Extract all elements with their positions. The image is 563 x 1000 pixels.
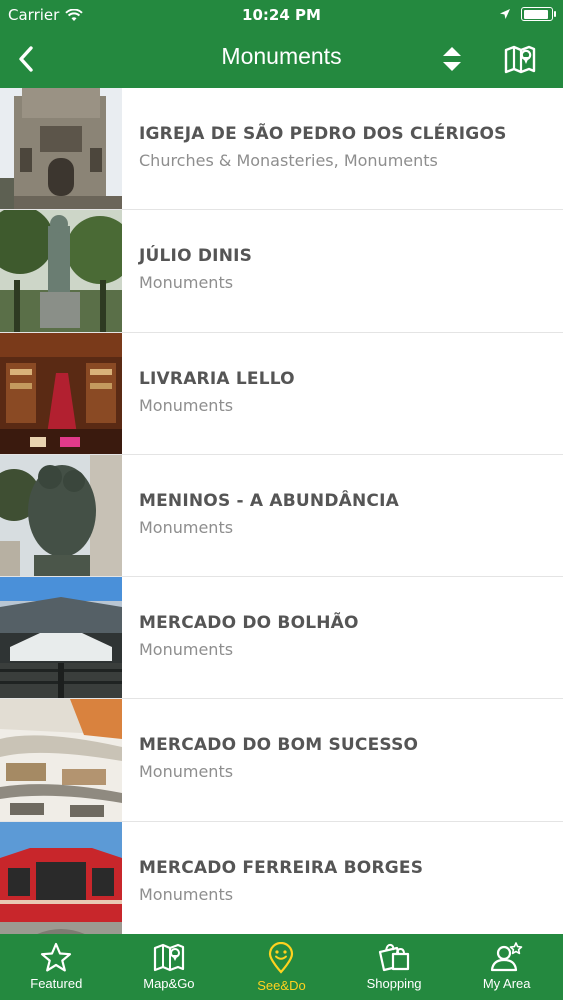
market-photo	[0, 577, 122, 699]
item-category: Monuments	[139, 273, 234, 293]
battery-icon	[521, 7, 556, 21]
status-right	[499, 7, 556, 21]
tab-my-area[interactable]: My Area	[450, 934, 563, 1000]
sort-button[interactable]	[432, 40, 472, 78]
list-item[interactable]: MERCADO DO BOM SUCESSO Monuments	[0, 699, 563, 822]
item-category: Monuments	[139, 640, 234, 660]
item-thumbnail	[0, 88, 122, 210]
sculpture-photo	[0, 454, 122, 577]
list-item[interactable]: IGREJA DE SÃO PEDRO DOS CLÉRIGOS Churche…	[0, 88, 563, 211]
tab-shopping[interactable]: Shopping	[338, 934, 451, 1000]
map-icon	[153, 943, 184, 972]
list-item[interactable]: MERCADO FERREIRA BORGES Monuments	[0, 821, 563, 934]
item-title: MERCADO DO BOM SUCESSO	[139, 735, 419, 756]
smiley-pin-icon	[269, 942, 294, 974]
status-time: 10:24 PM	[242, 6, 321, 24]
item-category: Monuments	[139, 762, 234, 782]
tab-label: Map&Go	[143, 976, 195, 991]
item-category: Monuments	[139, 517, 234, 537]
user-star-icon	[490, 942, 522, 972]
statue-photo	[0, 210, 122, 332]
list-item[interactable]: LIVRARIA LELLO Monuments	[0, 332, 563, 455]
item-thumbnail	[0, 332, 122, 454]
sort-icon	[443, 47, 461, 71]
tab-map-and-go[interactable]: Map&Go	[113, 934, 226, 1000]
tab-bar: Featured Map&Go See&Do Shopping My Area	[0, 934, 563, 1000]
list-item[interactable]: JÚLIO DINIS Monuments	[0, 210, 563, 333]
item-thumbnail	[0, 454, 122, 577]
tab-label: Featured	[30, 976, 83, 991]
tab-label: My Area	[482, 976, 531, 991]
item-thumbnail	[0, 210, 122, 332]
list-item[interactable]: MENINOS - A ABUNDÂNCIA Monuments	[0, 454, 563, 578]
tab-label: Shopping	[366, 976, 422, 991]
tab-label: See&Do	[257, 978, 306, 993]
item-thumbnail	[0, 577, 122, 699]
market-interior-photo	[0, 699, 122, 821]
list-item[interactable]: MERCADO DO BOLHÃO Monuments	[0, 577, 563, 700]
church-photo	[0, 88, 122, 210]
item-title: LIVRARIA LELLO	[139, 368, 295, 389]
ferreira-borges-photo	[0, 821, 122, 934]
item-category: Churches & Monasteries, Monuments	[139, 151, 438, 170]
item-thumbnail	[0, 699, 122, 821]
page-title: Monuments	[221, 43, 342, 69]
location-arrow-icon	[500, 9, 510, 19]
item-title: MERCADO DO BOLHÃO	[139, 613, 359, 634]
battery-level	[523, 9, 549, 19]
item-thumbnail	[0, 821, 122, 934]
navigation-bar: Monuments	[0, 30, 563, 88]
star-icon	[41, 942, 72, 972]
bookstore-photo	[0, 332, 122, 454]
item-title: MENINOS - A ABUNDÂNCIA	[139, 490, 399, 511]
map-view-button[interactable]	[500, 40, 540, 78]
shopping-bags-icon	[378, 943, 410, 972]
item-title: MERCADO FERREIRA BORGES	[139, 857, 424, 878]
monument-list: IGREJA DE SÃO PEDRO DOS CLÉRIGOS Churche…	[0, 88, 563, 934]
item-category: Monuments	[139, 884, 234, 904]
item-category: Monuments	[139, 395, 234, 415]
tab-see-and-do[interactable]: See&Do	[225, 934, 338, 1000]
item-title: JÚLIO DINIS	[139, 246, 253, 267]
item-title: IGREJA DE SÃO PEDRO DOS CLÉRIGOS	[139, 124, 507, 144]
tab-featured[interactable]: Featured	[0, 934, 113, 1000]
status-bar: Carrier 10:24 PM	[0, 0, 563, 30]
map-icon	[504, 45, 536, 74]
